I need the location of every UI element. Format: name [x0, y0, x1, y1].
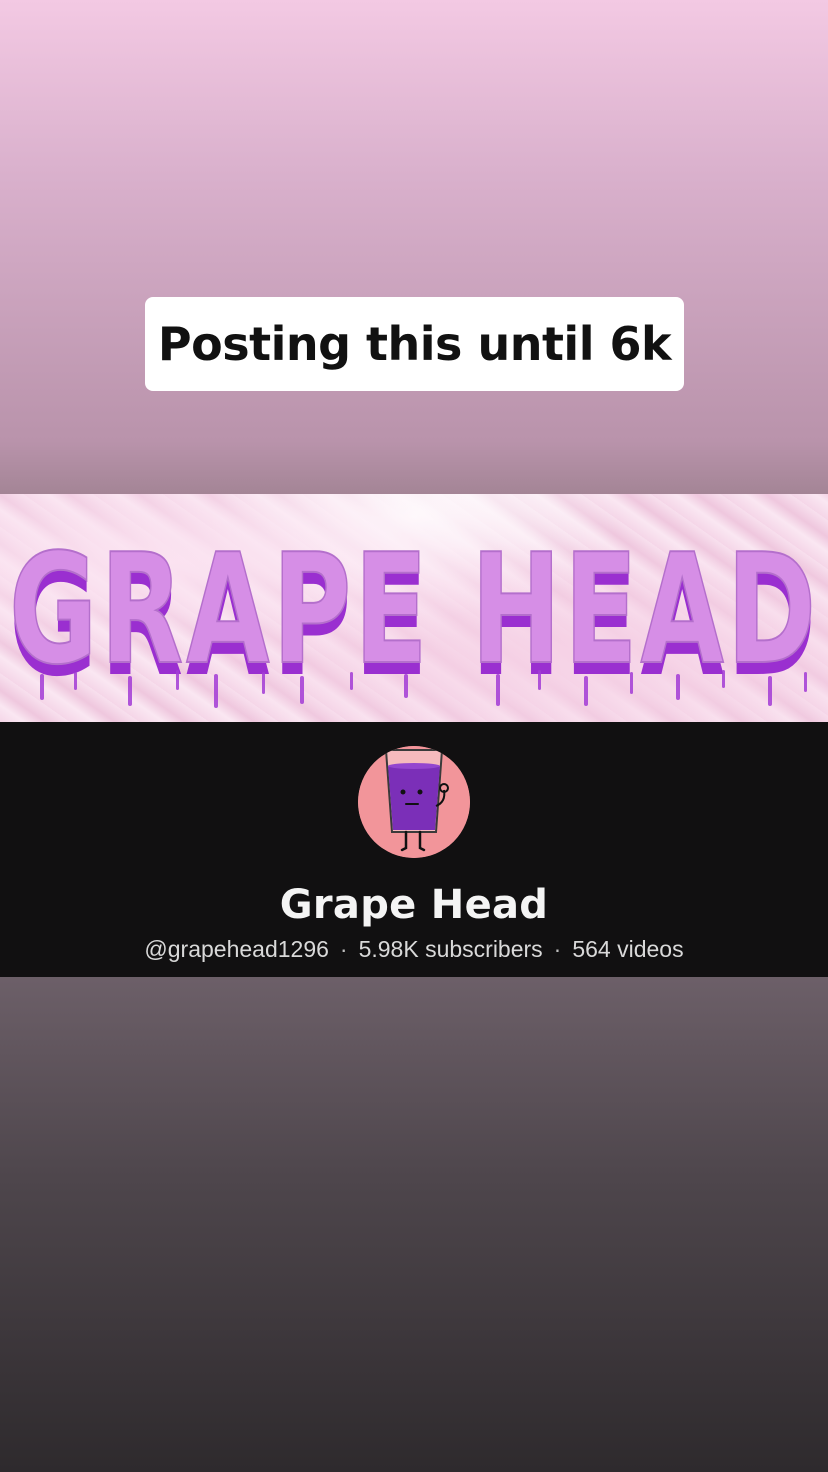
subscriber-count: 5.98K subscribers	[358, 936, 543, 962]
video-caption-box: Posting this until 6k	[145, 297, 684, 391]
banner-title-text: GRAPE HEAD	[9, 521, 819, 698]
channel-info-panel: Grape Head @grapehead1296 · 5.98K subscrib…	[0, 722, 828, 977]
channel-meta-line: @grapehead1296 · 5.98K subscribers · 564 vid…	[0, 936, 828, 963]
video-count: 564 videos	[572, 936, 684, 962]
channel-avatar[interactable]	[358, 746, 470, 858]
channel-banner-art: GRAPE HEAD GRAPE HEAD	[8, 520, 819, 710]
grape-juice-glass-character-icon	[358, 746, 470, 858]
channel-handle[interactable]: @grapehead1296	[144, 936, 329, 962]
channel-banner: GRAPE HEAD GRAPE HEAD	[0, 494, 828, 722]
video-caption-text: Posting this until 6k	[157, 317, 672, 371]
channel-name[interactable]: Grape Head	[0, 882, 828, 928]
separator-dot: ·	[553, 936, 562, 962]
separator-dot: ·	[339, 936, 348, 962]
